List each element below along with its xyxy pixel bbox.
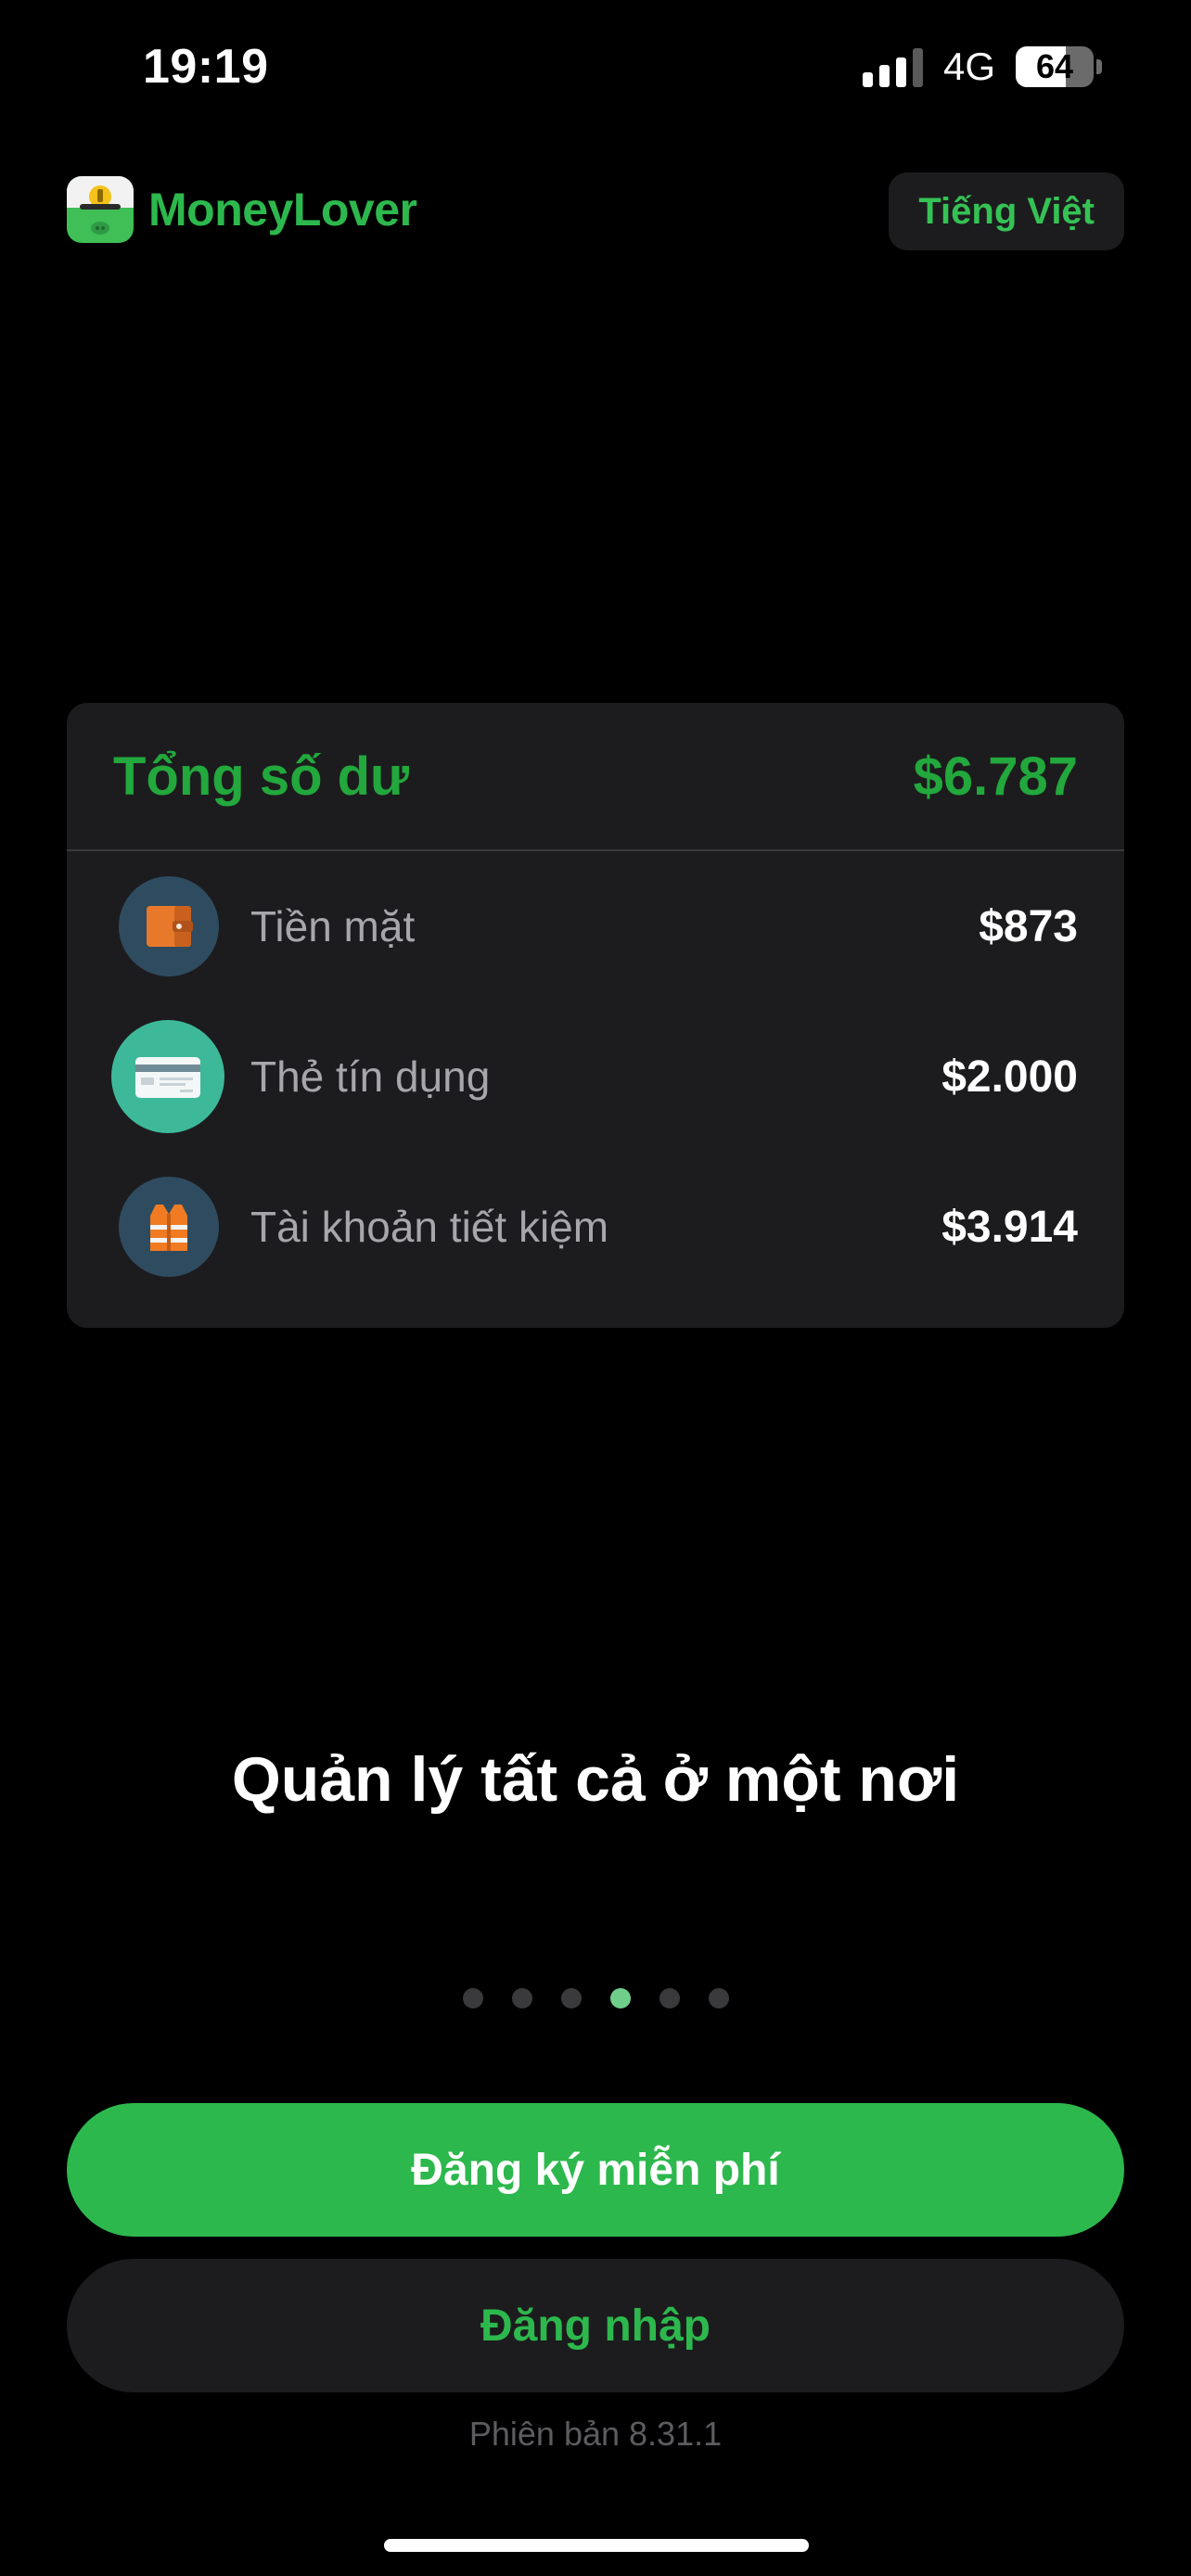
status-indicators: 4G 64 [862,45,1102,89]
life-vest-icon [119,1177,219,1277]
account-value: $3.914 [941,1202,1078,1252]
total-balance-label: Tổng số dư [113,746,410,807]
page-dot[interactable] [560,1988,582,2009]
balance-card: Tổng số dư $6.787 Tiền mặt $873 Thẻ tín … [67,703,1124,1328]
account-value: $873 [979,901,1078,951]
piggy-bank-icon [67,176,134,243]
account-label: Thẻ tín dụng [250,1052,491,1101]
page-dot[interactable] [708,1988,729,2009]
home-indicator[interactable] [384,2539,809,2552]
account-row-credit-card: Thẻ tín dụng $2.000 [67,1001,1124,1152]
page-dot[interactable] [659,1988,680,2009]
page-dot[interactable] [511,1988,532,2009]
credit-card-icon [111,1020,224,1133]
account-row-cash: Tiền mặt $873 [67,851,1124,1001]
header: MoneyLover Tiếng Việt [67,172,1124,256]
page-indicator[interactable] [0,1988,1191,2009]
account-label: Tài khoản tiết kiệm [250,1203,609,1251]
account-value: $2.000 [941,1052,1078,1102]
battery-level: 64 [1035,47,1074,85]
account-label: Tiền mặt [250,902,416,950]
register-button[interactable]: Đăng ký miễn phí [67,2103,1124,2237]
app-logo: MoneyLover [67,176,417,243]
battery-icon: 64 [1016,46,1102,87]
version-text: Phiên bản 8.31.1 [468,2415,723,2453]
app-name: MoneyLover [148,184,417,236]
page-dot[interactable] [462,1988,483,2009]
login-button[interactable]: Đăng nhập [67,2259,1124,2392]
wallet-icon [119,876,219,976]
status-bar: 19:19 4G 64 [0,0,1191,139]
signal-icon [862,46,923,87]
page-dot-active[interactable] [609,1988,631,2009]
status-time: 19:19 [143,40,269,94]
onboarding-title: Quản lý tất cả ở một nơi [231,1744,960,1815]
total-balance-value: $6.787 [913,746,1078,807]
language-button[interactable]: Tiếng Việt [889,172,1124,250]
onboarding-screen: 19:19 4G 64 MoneyLover Tiếng Việt Tổng s… [0,0,1191,2576]
account-row-savings: Tài khoản tiết kiệm $3.914 [67,1152,1124,1302]
network-type: 4G [942,45,995,88]
balance-card-header: Tổng số dư $6.787 [67,703,1124,851]
